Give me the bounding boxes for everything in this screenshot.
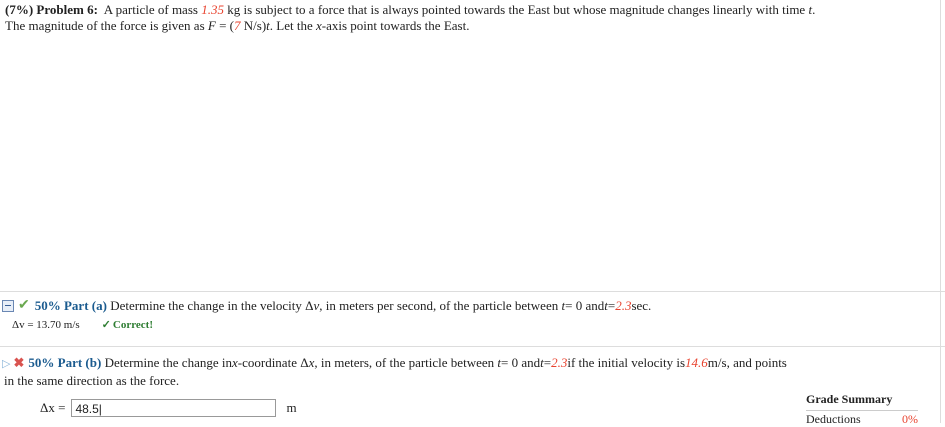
eq: = 0 and <box>565 297 605 313</box>
part-b-text: , in meters, of the particle between <box>314 355 495 370</box>
eq: = <box>543 355 552 370</box>
unit: sec. <box>631 297 652 313</box>
part-b-score: 50% <box>28 355 55 370</box>
eq: = 0 and <box>501 355 541 370</box>
problem-text: kg is subject to a force that is always … <box>227 2 806 17</box>
part-a-text: , in meters per second, of the particle … <box>319 297 559 313</box>
problem-text: A particle of mass <box>103 2 198 17</box>
input-label: Δx = <box>40 400 66 415</box>
eq-open: = ( <box>215 18 235 33</box>
part-a-text: Determine the change in the velocity Δ <box>110 297 314 313</box>
part-b-header: ▷ ✖ 50% Part (b) Determine the change in… <box>2 355 787 371</box>
correct-check-icon: ✓ <box>101 319 111 331</box>
part-b-answer-row: Δx = 48.5| m <box>40 399 297 417</box>
cross-icon: ✖ <box>13 355 25 370</box>
checkmark-icon: ✔ <box>18 298 30 313</box>
grade-summary: Grade Summary Deductions 0% <box>806 392 918 427</box>
part-a-score: 50% <box>34 297 61 313</box>
answer-value: Δv = 13.70 m/s <box>12 318 80 331</box>
initial-velocity-value: 14.6 <box>685 355 708 370</box>
problem-text: . Let the <box>269 18 313 33</box>
part-a-header: ✔ 50% Part (a) Determine the change in t… <box>2 297 651 314</box>
unit-label: m <box>286 400 297 415</box>
eq: = <box>607 297 616 313</box>
part-b-text: if the initial velocity is <box>567 355 686 370</box>
answer-input[interactable]: 48.5| <box>71 399 277 417</box>
right-border <box>940 0 941 423</box>
collapse-icon[interactable] <box>2 299 14 312</box>
eq-close: N/s) <box>240 18 267 33</box>
part-b-text: m/s, and points <box>707 355 787 370</box>
part-b-text: -coordinate Δ <box>237 355 309 370</box>
part-b-label: Part (b) <box>57 355 102 370</box>
problem-text: The magnitude of the force is given as <box>5 18 205 33</box>
part-b-text: Determine the change in <box>104 355 232 370</box>
part-b-text: in the same direction as the force. <box>4 373 180 388</box>
time-value: 2.3 <box>551 355 568 370</box>
mass-value: 1.35 <box>201 2 224 17</box>
problem-label: Problem 6: <box>36 2 98 17</box>
divider <box>0 291 945 292</box>
problem-weight: (7%) <box>5 2 34 17</box>
punct: . <box>812 2 816 17</box>
problem-statement: (7%) Problem 6: A particle of mass 1.35 … <box>5 2 935 34</box>
time-value: 2.3 <box>615 297 632 313</box>
var-F: F <box>207 18 216 33</box>
part-b-text-line2: in the same direction as the force. <box>4 373 179 389</box>
part-a-label: Part (a) <box>63 297 107 313</box>
grade-summary-title: Grade Summary <box>806 392 893 406</box>
deductions-row: Deductions 0% <box>806 410 918 427</box>
problem-text: -axis point towards the East. <box>321 18 470 33</box>
correct-label: Correct! <box>112 318 153 331</box>
part-a-answer: Δv = 13.70 m/s ✓ Correct! <box>12 318 153 332</box>
deductions-label: Deductions <box>806 412 861 426</box>
play-icon[interactable]: ▷ <box>2 357 10 370</box>
divider <box>0 346 945 347</box>
deductions-value: 0% <box>902 412 918 426</box>
